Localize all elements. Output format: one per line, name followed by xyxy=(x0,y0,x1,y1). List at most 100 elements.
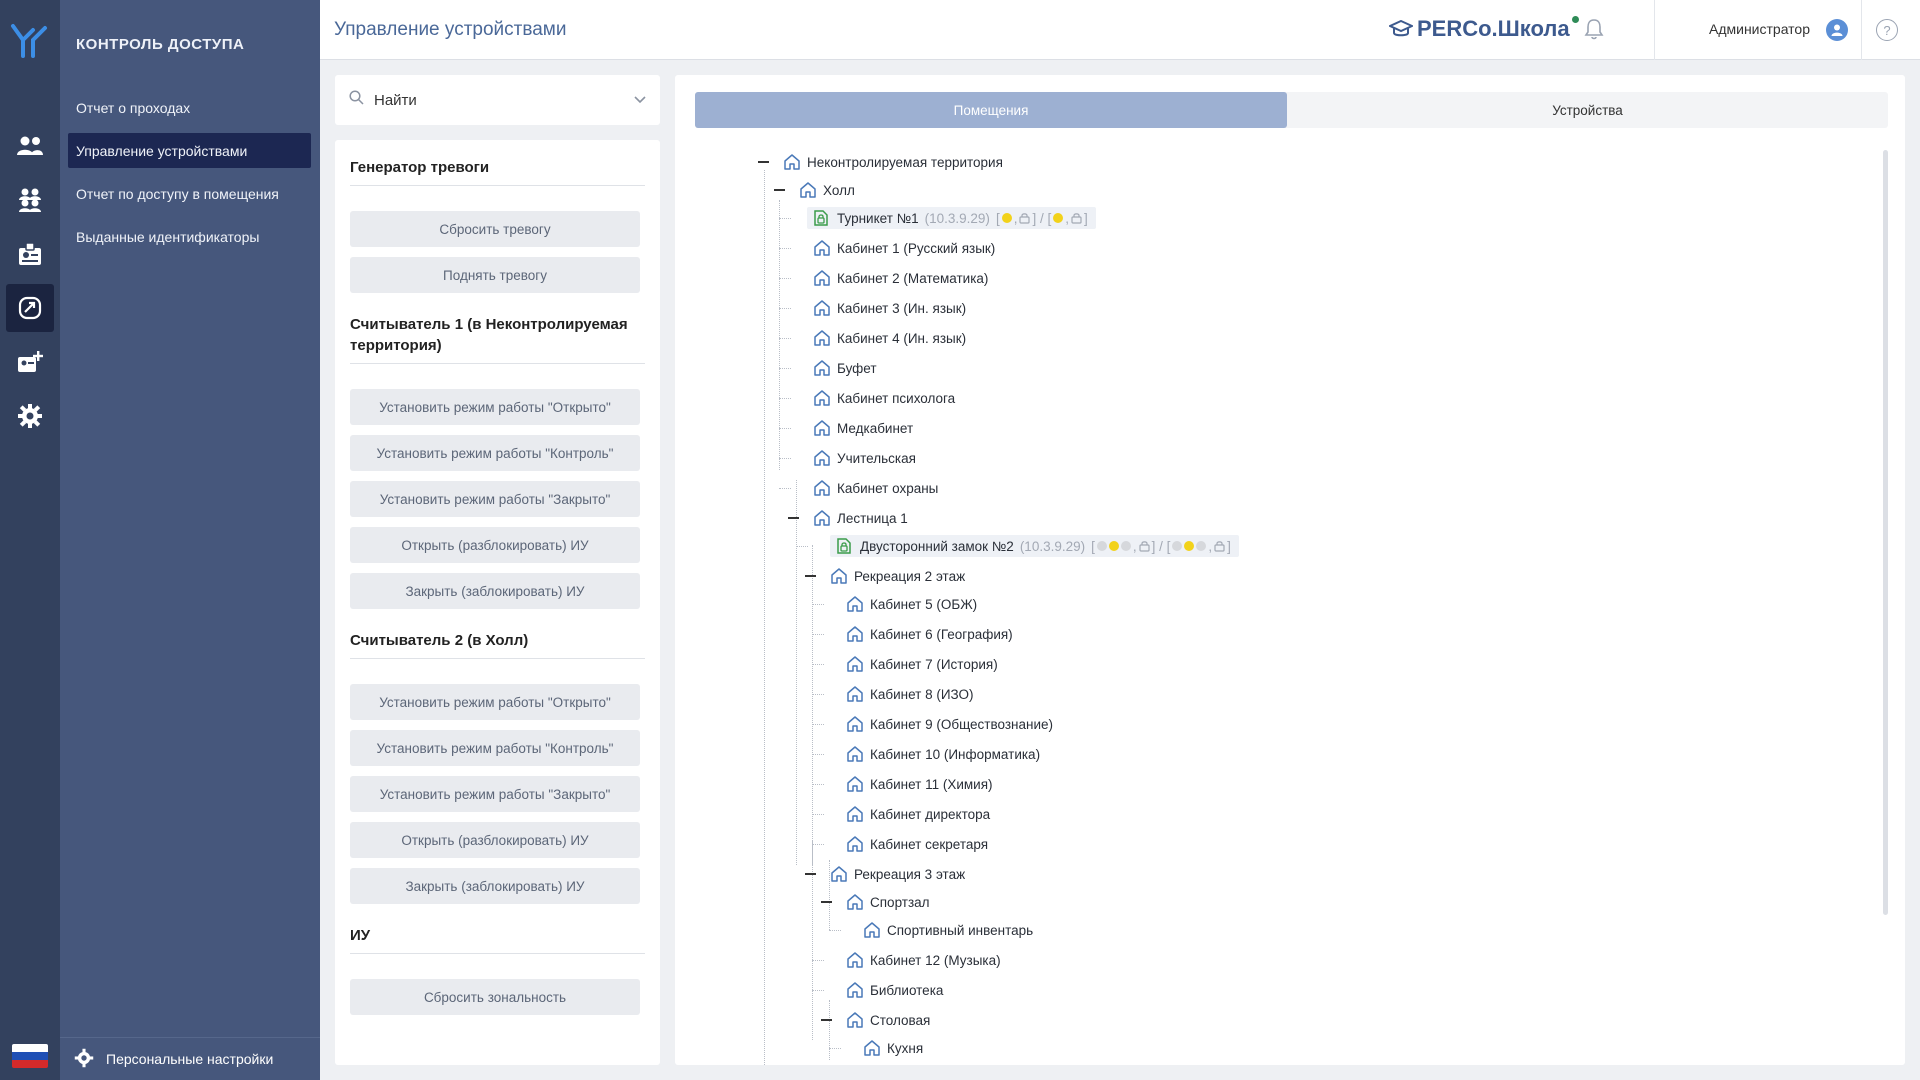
help-icon[interactable]: ? xyxy=(1876,19,1898,41)
tree-node-music[interactable]: Кабинет 12 (Музыка) xyxy=(846,949,1001,971)
collapse-toggle-icon[interactable] xyxy=(804,569,817,582)
scrollbar[interactable] xyxy=(1883,150,1888,915)
reader2-mode-closed-button[interactable]: Установить режим работы "Закрыто" xyxy=(350,776,640,812)
reader2-mode-open-button[interactable]: Установить режим работы "Открыто" xyxy=(350,684,640,720)
tree-node-library[interactable]: Библиотека xyxy=(846,979,943,1001)
tree-node-room[interactable]: Кабинет 7 (История) xyxy=(846,653,998,675)
add-card-icon[interactable] xyxy=(6,338,54,386)
collapse-toggle-icon[interactable] xyxy=(820,1013,833,1026)
tree-node-room[interactable]: Кабинет 8 (ИЗО) xyxy=(846,683,974,705)
tree-node-room[interactable]: Кабинет 9 (Обществознание) xyxy=(846,713,1053,735)
reader1-mode-control-button[interactable]: Установить режим работы "Контроль" xyxy=(350,435,640,471)
tree-connector xyxy=(829,930,841,931)
room-tree: Неконтролируемая территория Холл Турникет … xyxy=(675,75,1875,1065)
tree-node-room[interactable]: Кабинет директора xyxy=(846,803,990,825)
tree-node-stairs-1[interactable]: Лестница 1 xyxy=(813,507,908,529)
personal-settings-link[interactable]: Персональные настройки xyxy=(60,1037,320,1080)
devices-icon[interactable] xyxy=(6,284,54,332)
room-icon xyxy=(846,951,864,969)
reader2-lock-button[interactable]: Закрыть (заблокировать) ИУ xyxy=(350,868,640,904)
tree-node-room[interactable]: Учительская xyxy=(813,447,916,469)
tree-node-room[interactable]: Кабинет психолога xyxy=(813,387,955,409)
bell-icon[interactable] xyxy=(1584,18,1604,45)
tree-node-gym[interactable]: Спортзал xyxy=(846,891,930,913)
search-placeholder: Найти xyxy=(374,91,417,109)
nav-item-device-control[interactable]: Управление устройствами xyxy=(68,133,311,168)
tree-node-recreation-3[interactable]: Рекреация 3 этаж xyxy=(830,863,965,885)
room-icon xyxy=(813,479,831,497)
indicator-separator: , xyxy=(1065,210,1069,226)
tree-node-uncontrolled-territory[interactable]: Неконтролируемая территория xyxy=(783,151,1003,173)
tree-node-room[interactable]: Кабинет 6 (География) xyxy=(846,623,1013,645)
tree-node-turnstile-1[interactable]: Турникет №1 (10.3.9.29) [,] / [,] xyxy=(807,207,1096,229)
collapse-toggle-icon[interactable] xyxy=(773,183,786,196)
control-panel: Генератор тревоги Сбросить тревогу Подня… xyxy=(335,140,660,1065)
tree-node-room[interactable]: Буфет xyxy=(813,357,877,379)
device-lock-icon xyxy=(813,209,831,227)
device-status-indicators: [,] / [,] xyxy=(996,211,1088,226)
room-icon xyxy=(846,775,864,793)
tree-connector xyxy=(779,200,780,470)
gear-icon[interactable] xyxy=(6,392,54,440)
search-input[interactable]: Найти xyxy=(335,75,660,125)
device-ip: (10.3.9.29) xyxy=(924,210,990,226)
tree-node-room[interactable]: Кабинет 3 (Ин. язык) xyxy=(813,297,966,319)
user-name[interactable]: Администратор xyxy=(1709,21,1810,37)
collapse-toggle-icon[interactable] xyxy=(820,895,833,908)
tree-node-room[interactable]: Кабинет 1 (Русский язык) xyxy=(813,237,995,259)
reader2-unlock-button[interactable]: Открыть (разблокировать) ИУ xyxy=(350,822,640,858)
tree-node-room[interactable]: Медкабинет xyxy=(813,417,913,439)
divider xyxy=(350,953,645,954)
tree-connector xyxy=(812,754,824,755)
reader1-mode-closed-button[interactable]: Установить режим работы "Закрыто" xyxy=(350,481,640,517)
collapse-toggle-icon[interactable] xyxy=(757,155,770,168)
status-dot-grey xyxy=(1120,541,1131,551)
tree-node-recreation-2[interactable]: Рекреация 2 этаж xyxy=(830,565,965,587)
badge-icon[interactable] xyxy=(6,230,54,278)
room-icon xyxy=(846,981,864,999)
raise-alarm-button[interactable]: Поднять тревогу xyxy=(350,257,640,293)
avatar[interactable] xyxy=(1826,19,1848,41)
people-icon[interactable] xyxy=(6,122,54,170)
divider xyxy=(350,363,645,364)
reset-alarm-button[interactable]: Сбросить тревогу xyxy=(350,211,640,247)
room-icon xyxy=(830,865,848,883)
tree-node-room[interactable]: Кабинет 4 (Ин. язык) xyxy=(813,327,966,349)
nav-item-pass-report[interactable]: Отчет о проходах xyxy=(68,90,311,125)
tree-connector xyxy=(779,278,791,279)
tree-node-hall[interactable]: Холл xyxy=(799,179,855,201)
device-name: Двусторонний замок №2 xyxy=(860,538,1014,554)
reset-zoning-button[interactable]: Сбросить зональность xyxy=(350,979,640,1015)
tree-node-gym-inventory[interactable]: Спортивный инвентарь xyxy=(863,919,1033,941)
tree-connector xyxy=(829,1048,841,1049)
status-dot-grey xyxy=(1196,541,1207,551)
tree-node-lock-2[interactable]: Двусторонний замок №2 (10.3.9.29) [,] / [,… xyxy=(830,535,1239,557)
room-name: Кабинет секретаря xyxy=(870,836,989,852)
reader2-mode-control-button[interactable]: Установить режим работы "Контроль" xyxy=(350,730,640,766)
language-flag-icon[interactable] xyxy=(12,1044,48,1068)
tree-node-room[interactable]: Кабинет секретаря xyxy=(846,833,988,855)
status-dot-yellow xyxy=(1001,213,1012,223)
reader1-lock-button[interactable]: Закрыть (заблокировать) ИУ xyxy=(350,573,640,609)
tree-node-room[interactable]: Кабинет охраны xyxy=(813,477,938,499)
tree-node-room[interactable]: Кабинет 10 (Информатика) xyxy=(846,743,1040,765)
logo-icon[interactable] xyxy=(9,22,51,65)
iu-section-title: ИУ xyxy=(350,927,371,944)
reader1-mode-open-button[interactable]: Установить режим работы "Открыто" xyxy=(350,389,640,425)
chevron-down-icon[interactable] xyxy=(634,91,646,109)
tree-node-room[interactable]: Кабинет 2 (Математика) xyxy=(813,267,988,289)
groups-icon[interactable] xyxy=(6,176,54,224)
tree-node-canteen[interactable]: Столовая xyxy=(846,1009,930,1031)
tree-connector xyxy=(812,664,824,665)
tree-node-room[interactable]: Кабинет 5 (ОБЖ) xyxy=(846,593,977,615)
reader1-unlock-button[interactable]: Открыть (разблокировать) ИУ xyxy=(350,527,640,563)
nav-item-room-access-report[interactable]: Отчет по доступу в помещения xyxy=(68,176,311,211)
collapse-toggle-icon[interactable] xyxy=(787,511,800,524)
tree-node-room[interactable]: Кабинет 11 (Химия) xyxy=(846,773,993,795)
nav-item-issued-ids[interactable]: Выданные идентификаторы xyxy=(68,219,311,254)
collapse-toggle-icon[interactable] xyxy=(804,867,817,880)
status-dot-yellow xyxy=(1184,541,1195,551)
room-name: Лестница 1 xyxy=(837,510,908,526)
status-dot xyxy=(1571,15,1579,23)
tree-node-kitchen[interactable]: Кухня xyxy=(863,1037,923,1059)
